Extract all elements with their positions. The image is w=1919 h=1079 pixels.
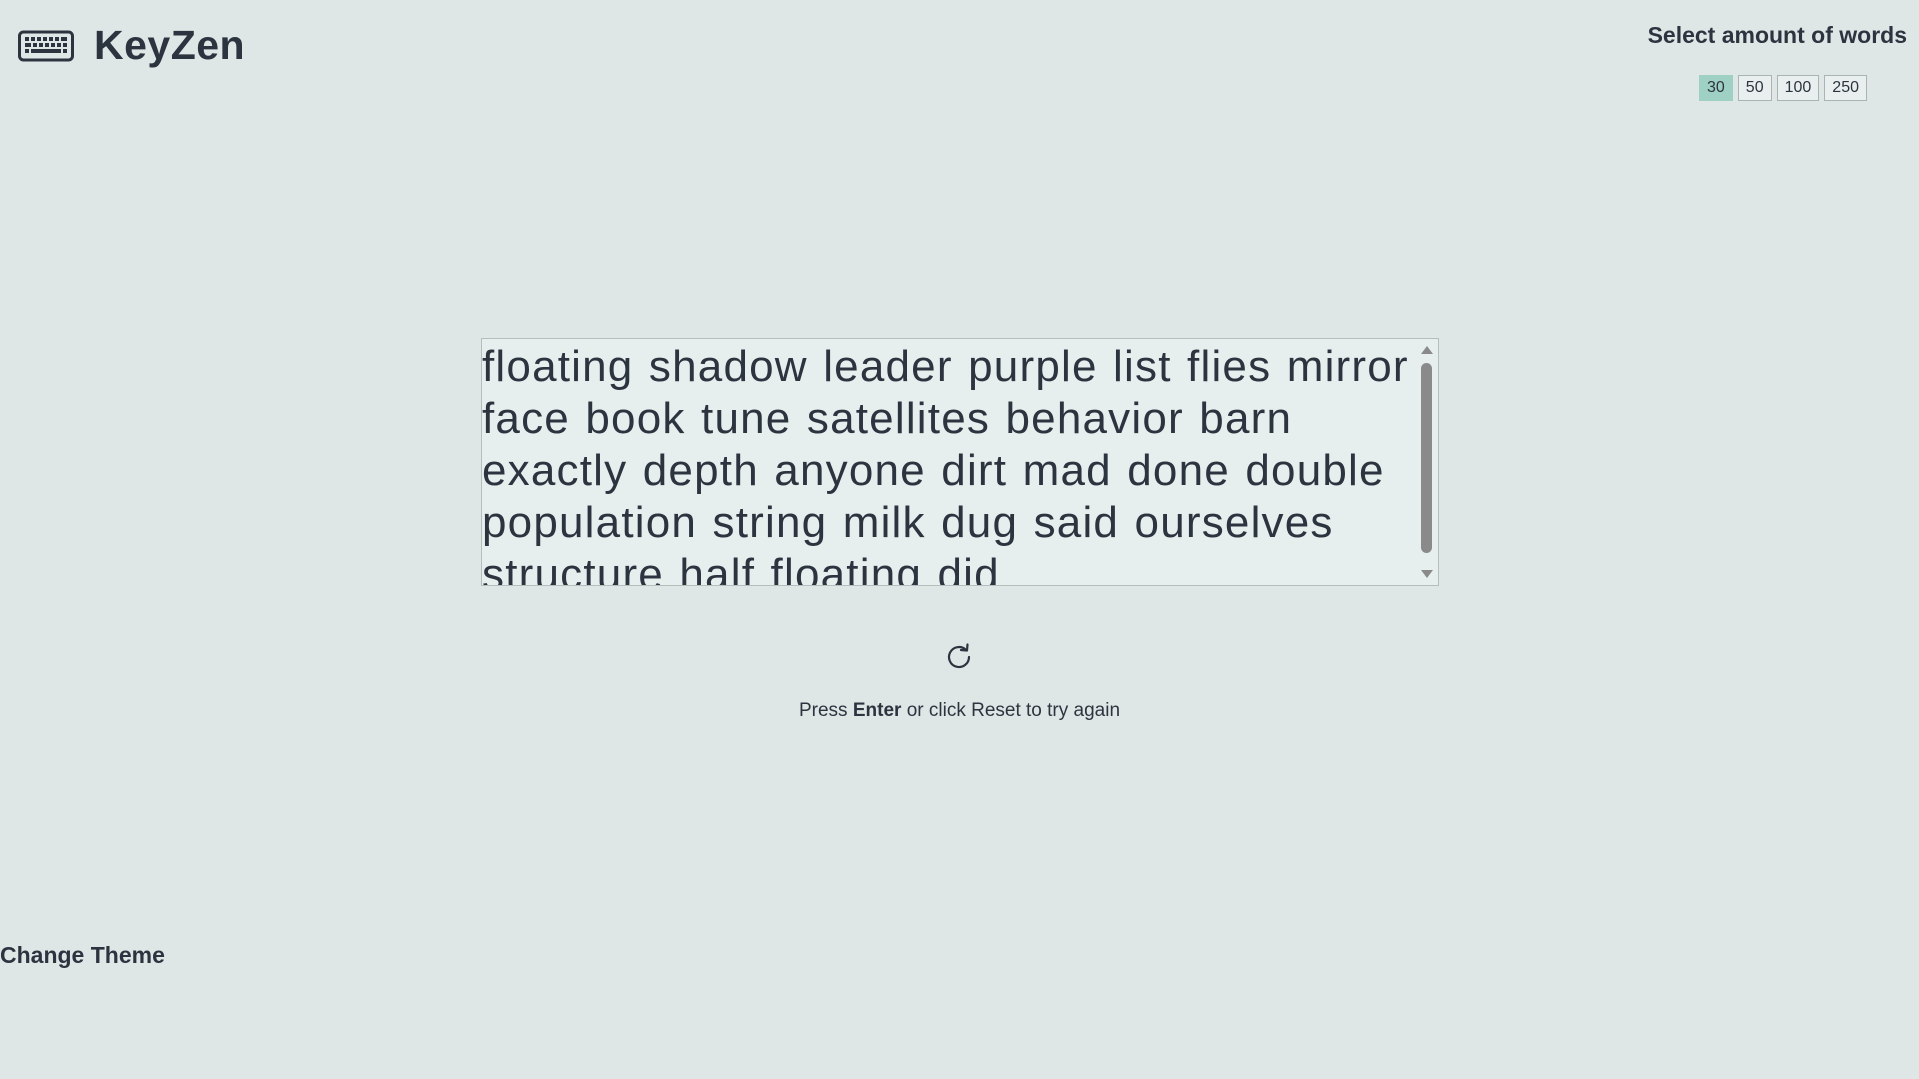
change-theme-link[interactable]: Change Theme <box>0 942 165 969</box>
scroll-down-arrow-icon[interactable] <box>1421 570 1433 578</box>
keyzen-page: KeyZen Select amount of words 30 50 100 … <box>0 0 1919 1079</box>
hint-suffix: or click Reset to try again <box>901 700 1121 721</box>
word-amount-options: 30 50 100 250 <box>1648 75 1907 101</box>
reset-icon <box>947 643 971 669</box>
typing-scrollbar[interactable] <box>1416 339 1438 585</box>
keyboard-icon <box>18 30 74 61</box>
word-amount-30-button[interactable]: 30 <box>1699 75 1733 101</box>
word-amount-selector: Select amount of words 30 50 100 250 <box>1648 22 1907 101</box>
scroll-up-arrow-icon[interactable] <box>1421 346 1433 354</box>
hint-prefix: Press <box>798 700 853 721</box>
typing-text: floating shadow leader purple list flies… <box>482 342 1409 585</box>
word-amount-title: Select amount of words <box>1647 22 1907 48</box>
reset-button[interactable] <box>943 641 975 673</box>
hint-key: Enter <box>852 700 902 721</box>
scroll-thumb[interactable] <box>1421 363 1432 553</box>
typing-area[interactable]: floating shadow leader purple list flies… <box>481 338 1439 586</box>
word-amount-100-button[interactable]: 100 <box>1776 75 1820 101</box>
reset-hint: Press Enter or click Reset to try again <box>0 700 1919 722</box>
app-title: KeyZen <box>94 22 246 68</box>
logo: KeyZen <box>18 22 245 69</box>
word-amount-50-button[interactable]: 50 <box>1737 75 1772 101</box>
word-amount-250-button[interactable]: 250 <box>1824 75 1867 101</box>
